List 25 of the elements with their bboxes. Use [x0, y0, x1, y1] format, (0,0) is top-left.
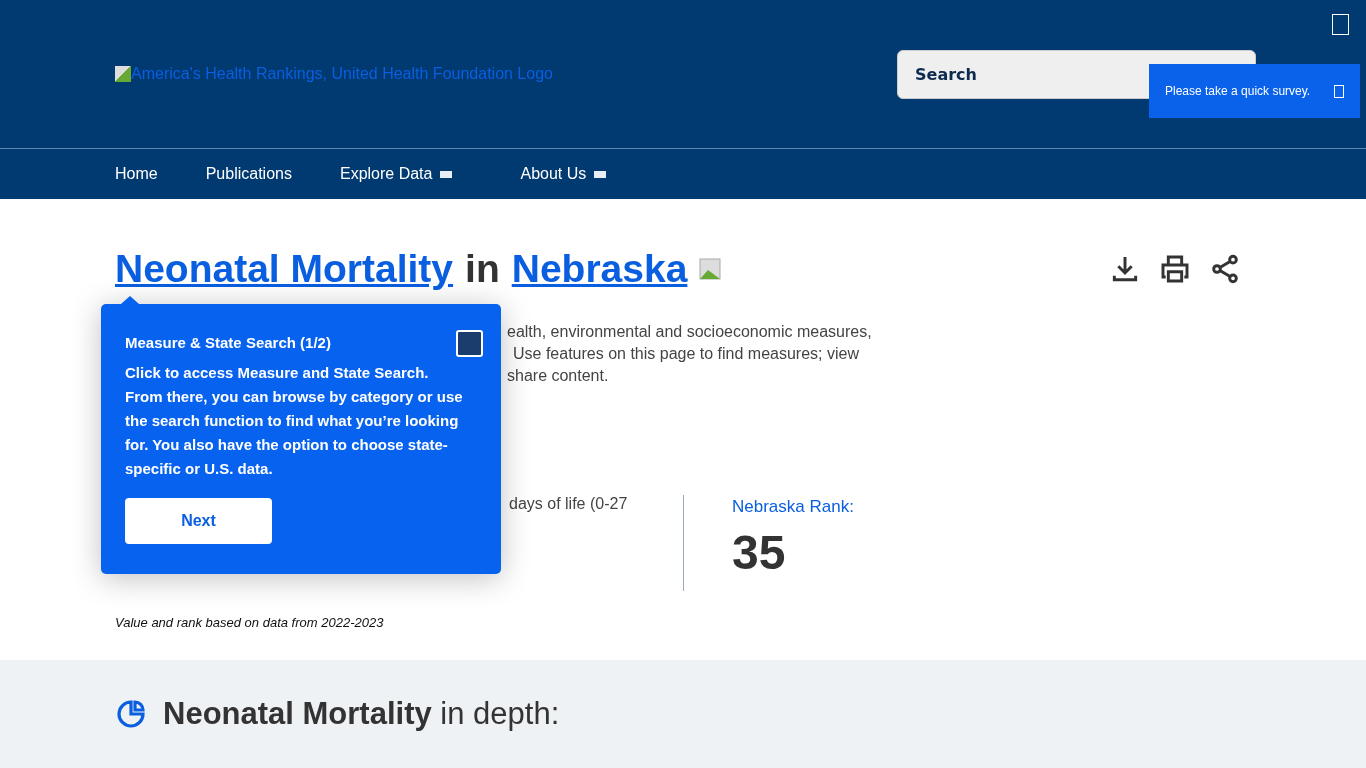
nav-link[interactable]: Publications [205, 165, 292, 183]
close-button[interactable] [456, 330, 483, 357]
section-heading: Neonatal Mortality in depth: [163, 696, 560, 732]
popover-title: Measure & State Search (1/2) [125, 334, 332, 351]
measure-link[interactable]: Neonatal Mortality [115, 247, 454, 291]
description-text: share content. [507, 366, 610, 386]
data-note: Value and rank based on data from 2022-2023 [115, 615, 385, 630]
description-text: Use features on this page to find measures; view [512, 344, 860, 364]
title-text: in [465, 247, 500, 291]
close-button[interactable] [1334, 84, 1344, 98]
share-icon[interactable] [1209, 253, 1241, 285]
nav-link[interactable]: Explore Data [339, 165, 453, 183]
nav-link[interactable]: Home [115, 165, 158, 183]
broken-image-icon [699, 258, 722, 280]
description-text: ealth, environmental and socioeconomic measures, [507, 322, 873, 342]
nav-link[interactable]: About Us [520, 165, 607, 183]
pie-chart-icon [115, 698, 147, 730]
rank-value: 35 [732, 525, 787, 580]
popover-text: Click to access Measure and State Search. From there, you can browse by category or use the search function to find what you’re looking for. You also have the option to choose state-specific or U.S. data. [125, 363, 464, 479]
print-icon[interactable] [1159, 253, 1191, 285]
rank-label: Nebraska Rank: [732, 497, 854, 517]
state-link[interactable]: Nebraska [511, 247, 688, 291]
next-button[interactable]: Next [125, 498, 272, 544]
definition-text: days of life (0-27 [509, 495, 629, 514]
survey-toggle-button[interactable] [1332, 14, 1349, 35]
